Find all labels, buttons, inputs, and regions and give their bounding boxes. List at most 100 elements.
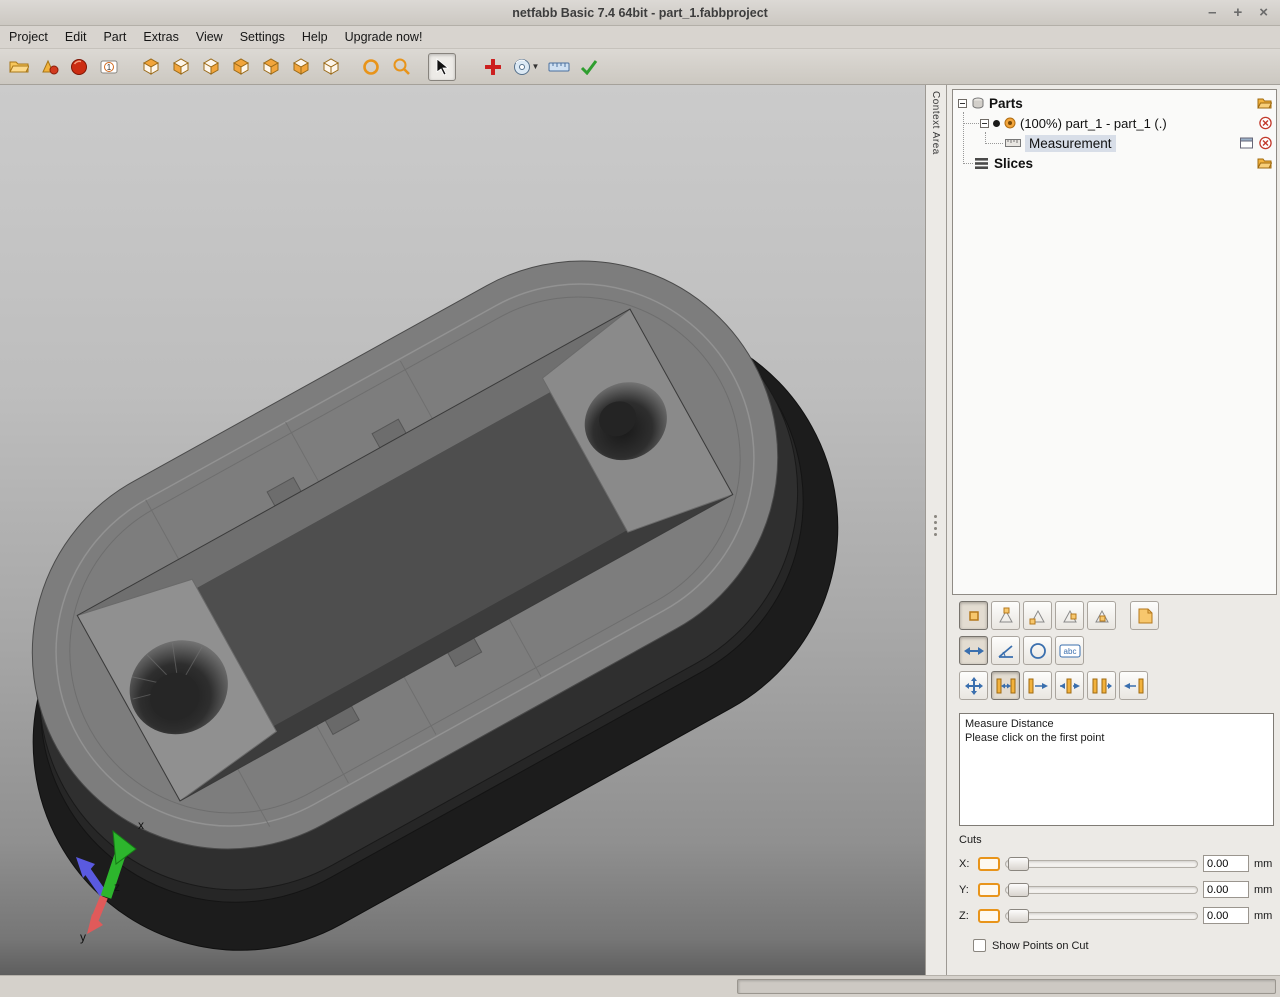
cut-y-slider[interactable]: [1005, 886, 1198, 894]
menu-bar: Project Edit Part Extras View Settings H…: [0, 26, 1280, 49]
measure-to-surface-button[interactable]: [1119, 671, 1148, 700]
menu-view[interactable]: View: [196, 30, 223, 44]
cut-y-slider-handle[interactable]: [1008, 883, 1029, 897]
add-part-button[interactable]: [35, 53, 63, 81]
measure-edge-button[interactable]: [1023, 671, 1052, 700]
maximize-button[interactable]: +: [1233, 5, 1242, 20]
cut-y-toggle[interactable]: [978, 883, 1000, 897]
tree-item-slices[interactable]: Slices: [953, 153, 1276, 173]
select-cursor-button[interactable]: [428, 53, 456, 81]
measure-angle-button[interactable]: [991, 636, 1020, 665]
cut-x-value-input[interactable]: [1203, 855, 1249, 872]
snap-point-button[interactable]: [959, 601, 988, 630]
view-top-button[interactable]: [286, 53, 314, 81]
menu-part[interactable]: Part: [103, 30, 126, 44]
tree-item-measurement[interactable]: Measurement: [953, 133, 1276, 153]
cut-y-value-input[interactable]: [1203, 881, 1249, 898]
apply-check-button[interactable]: [575, 53, 603, 81]
tree-item-measurement-label: Measurement: [1025, 135, 1116, 152]
circle-icon: [1029, 642, 1047, 660]
menu-project[interactable]: Project: [9, 30, 48, 44]
cuts-title: Cuts: [959, 834, 1274, 846]
splitter-grip[interactable]: [934, 515, 937, 536]
title-bar: netfabb Basic 7.4 64bit - part_1.fabbpro…: [0, 0, 1280, 26]
snap-vertex-button[interactable]: [991, 601, 1020, 630]
bar-out-arrow-icon: [1028, 678, 1048, 694]
measure-span-button[interactable]: [1087, 671, 1116, 700]
repair-sphere-icon: [70, 58, 88, 76]
y-axis-label: y: [80, 930, 86, 944]
cut-x-slider-handle[interactable]: [1008, 857, 1029, 871]
collapse-icon[interactable]: [958, 99, 967, 108]
measure-wall-thickness-button[interactable]: [991, 671, 1020, 700]
snap-vertex-icon: [997, 607, 1015, 625]
view-right-button[interactable]: [256, 53, 284, 81]
red-plus-icon: [485, 59, 501, 75]
measure-text-button[interactable]: abc: [1055, 636, 1084, 665]
chevron-down-icon[interactable]: ▼: [532, 62, 540, 71]
minimize-button[interactable]: –: [1208, 5, 1216, 20]
zoom-region-button[interactable]: [387, 53, 415, 81]
zoom-all-button[interactable]: [357, 53, 385, 81]
cut-x-toggle[interactable]: [978, 857, 1000, 871]
open-folder-icon[interactable]: [1257, 157, 1272, 169]
menu-edit[interactable]: Edit: [65, 30, 87, 44]
x-axis-label: x: [138, 818, 144, 832]
3d-viewport[interactable]: x z y: [0, 85, 925, 975]
remove-measurement-icon[interactable]: [1259, 137, 1272, 150]
cut-z-slider-handle[interactable]: [1008, 909, 1029, 923]
menu-upgrade-now[interactable]: Upgrade now!: [345, 30, 423, 44]
cut-x-label: X:: [959, 858, 973, 870]
measure-distance-button[interactable]: [959, 636, 988, 665]
y-axis-icon: [87, 914, 103, 934]
part-info-button[interactable]: 1: [95, 53, 123, 81]
measure-radius-button[interactable]: [1023, 636, 1052, 665]
angle-icon: [997, 643, 1015, 659]
open-folder-icon: [9, 58, 29, 75]
snap-face-button[interactable]: [1087, 601, 1116, 630]
collapse-icon[interactable]: [980, 119, 989, 128]
add-point-button[interactable]: [479, 53, 507, 81]
cursor-icon: [435, 58, 449, 76]
close-button[interactable]: ×: [1259, 5, 1268, 20]
show-points-checkbox[interactable]: [973, 939, 986, 952]
new-note-button[interactable]: [1130, 601, 1159, 630]
view-bottom-button[interactable]: [316, 53, 344, 81]
cut-z-slider[interactable]: [1005, 912, 1198, 920]
parts-group-icon: [971, 96, 985, 110]
view-back-button[interactable]: [196, 53, 224, 81]
measure-gap-button[interactable]: [1055, 671, 1084, 700]
menu-extras[interactable]: Extras: [143, 30, 178, 44]
context-window-icon[interactable]: [1240, 138, 1253, 149]
open-project-button[interactable]: [5, 53, 33, 81]
cut-z-value-input[interactable]: [1203, 907, 1249, 924]
tree-item-parts[interactable]: Parts: [953, 93, 1276, 113]
bars-span-icon: [1092, 678, 1112, 694]
snap-edge-icon: [1061, 607, 1079, 625]
snap-mode-toolbar: [959, 601, 1277, 630]
measure-variant-toolbar: [959, 671, 1277, 700]
svg-text:1: 1: [107, 63, 112, 72]
cut-disc-button[interactable]: ▼: [509, 53, 543, 81]
menu-help[interactable]: Help: [302, 30, 328, 44]
context-area-strip[interactable]: Context Area: [925, 85, 947, 975]
measure-center-button[interactable]: [959, 671, 988, 700]
snap-corner-icon: [1029, 607, 1047, 625]
cut-z-toggle[interactable]: [978, 909, 1000, 923]
tree-item-part-1[interactable]: (100%) part_1 - part_1 (.): [953, 113, 1276, 133]
open-folder-icon[interactable]: [1257, 97, 1272, 109]
ruler-icon: [548, 61, 570, 73]
snap-corner-button[interactable]: [1023, 601, 1052, 630]
remove-part-icon[interactable]: [1259, 117, 1272, 130]
repair-part-button[interactable]: [65, 53, 93, 81]
snap-edge-button[interactable]: [1055, 601, 1084, 630]
menu-settings[interactable]: Settings: [240, 30, 285, 44]
cut-x-slider[interactable]: [1005, 860, 1198, 868]
view-left-button[interactable]: [226, 53, 254, 81]
view-front-button[interactable]: [166, 53, 194, 81]
view-isometric-button[interactable]: [136, 53, 164, 81]
measure-ruler-button[interactable]: [545, 53, 573, 81]
checkmark-icon: [580, 59, 598, 75]
visibility-dot-icon[interactable]: [993, 120, 1000, 127]
show-points-label: Show Points on Cut: [992, 940, 1089, 952]
